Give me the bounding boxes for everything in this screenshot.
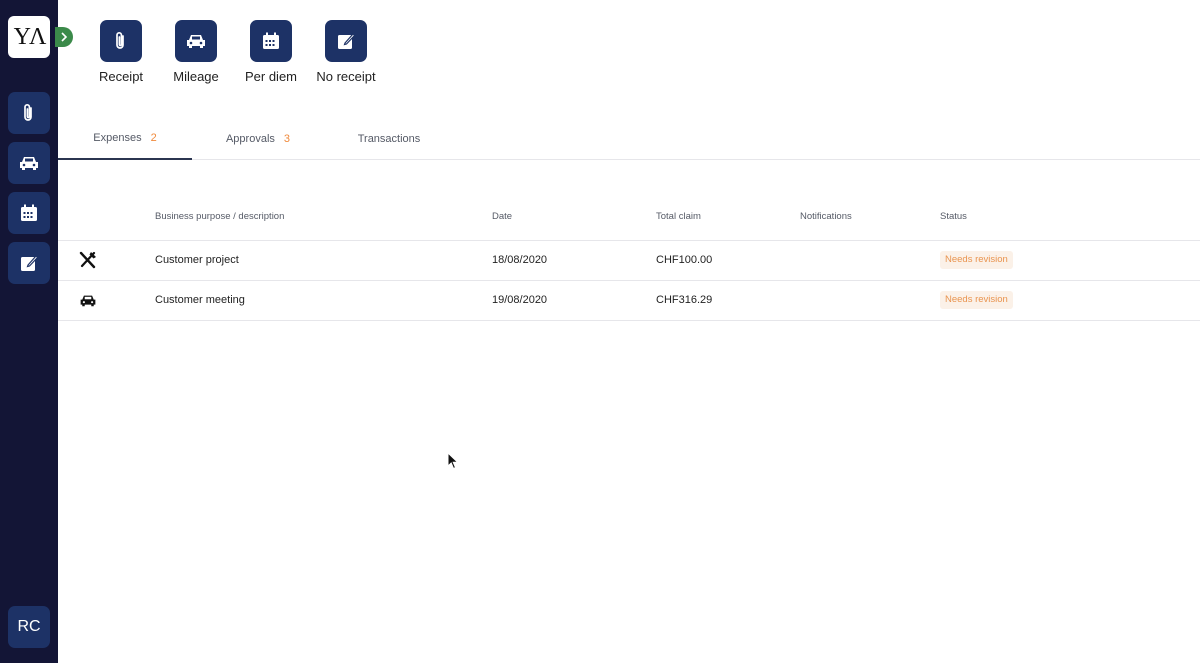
paperclip-icon [24,103,32,121]
calendar-icon [263,32,279,49]
sidebar-item-mileage[interactable] [8,142,50,184]
car-icon [187,35,205,48]
sidebar-expand-button[interactable] [55,27,73,47]
status-badge: Needs revision [940,291,1013,309]
tab-label: Approvals [225,133,275,145]
avatar-initials: RC [17,618,41,635]
row-date: 18/08/2020 [492,254,548,266]
status-badge: Needs revision [940,251,1013,269]
column-header-status[interactable]: Status [940,211,967,222]
table-row[interactable]: Customer meeting 19/08/2020 CHF316.29 Ne… [58,281,1200,321]
sidebar: YΛ RC [0,0,58,663]
tab-transactions[interactable]: Transactions [324,118,454,160]
app-logo[interactable]: YΛ [8,16,50,58]
app-window: YΛ RC Receipt Mileage Per diem No receip… [0,0,1200,663]
tab-count: 2 [150,132,157,144]
edit-icon [338,33,356,49]
column-header-notifications[interactable]: Notifications [800,211,852,222]
mouse-cursor-icon [447,452,459,470]
tab-bar: Expenses 2 Approvals 3 Transactions [58,118,1200,160]
row-date: 19/08/2020 [492,294,548,306]
action-label: Per diem [244,69,298,84]
restaurant-icon [78,250,98,270]
table-header: Business purpose / description Date Tota… [58,200,1200,241]
column-header-date[interactable]: Date [492,211,512,222]
row-total: CHF316.29 [656,294,713,306]
tab-expenses[interactable]: Expenses 2 [58,118,192,160]
action-label: Mileage [173,69,219,84]
tab-label: Transactions [357,133,421,145]
tab-label: Expenses [93,132,142,144]
row-description: Customer project [155,254,239,266]
column-header-description[interactable]: Business purpose / description [155,211,284,222]
calendar-icon [21,204,37,221]
sidebar-item-per-diem[interactable] [8,192,50,234]
tab-approvals[interactable]: Approvals 3 [192,118,324,160]
action-label: Receipt [98,69,144,84]
mileage-tile [175,20,217,62]
per-diem-tile [250,20,292,62]
column-header-total[interactable]: Total claim [656,211,701,222]
user-avatar[interactable]: RC [8,606,50,648]
logo-text: YΛ [13,23,47,50]
chevron-right-icon [61,32,68,42]
no-receipt-tile [325,20,367,62]
receipt-tile [100,20,142,62]
car-icon [78,290,98,310]
car-icon [20,157,38,170]
action-label: No receipt [316,69,376,84]
sidebar-item-receipt[interactable] [8,92,50,134]
row-total: CHF100.00 [656,254,713,266]
sidebar-item-no-receipt[interactable] [8,242,50,284]
table-row[interactable]: Customer project 18/08/2020 CHF100.00 Ne… [58,241,1200,281]
tab-count: 3 [283,133,291,145]
no-receipt-action-button[interactable]: No receipt [301,20,391,84]
paperclip-icon [116,31,124,49]
edit-icon [21,255,39,271]
row-description: Customer meeting [155,294,245,306]
